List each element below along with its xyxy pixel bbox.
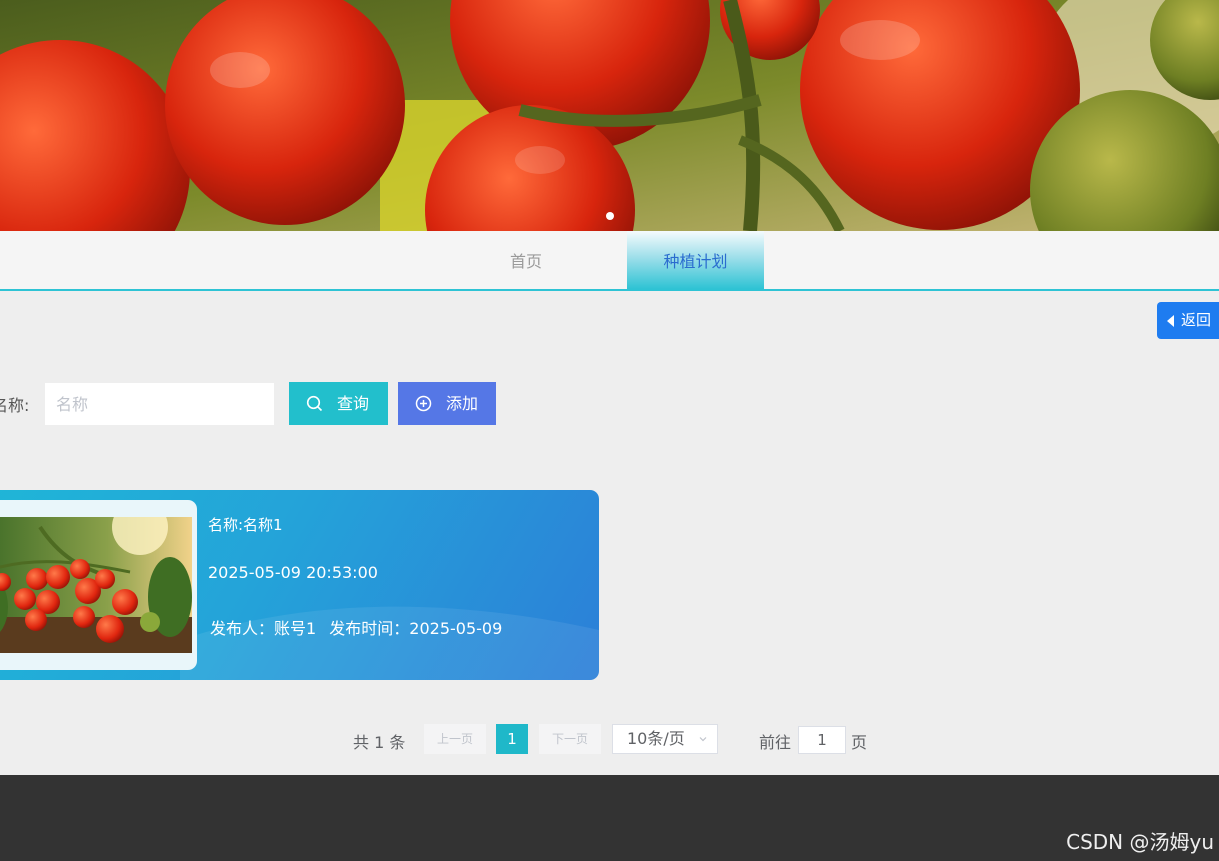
plan-card[interactable]: 名称:名称1 2025-05-09 20:53:00 发布人：账号1 发布时间：… xyxy=(0,490,599,680)
page-size-value: 10条/页 xyxy=(627,729,685,748)
add-button[interactable]: 添加 xyxy=(398,382,496,425)
chevron-down-icon xyxy=(699,737,707,742)
card-meta: 发布人：账号1 发布时间：2025-05-09 xyxy=(210,615,510,639)
caret-left-icon xyxy=(1167,315,1174,327)
back-button[interactable]: 返回 xyxy=(1157,302,1219,339)
page-number-current[interactable]: 1 xyxy=(496,724,528,754)
prev-page-button[interactable]: 上一页 xyxy=(424,724,486,754)
search-label: 名称: xyxy=(0,396,30,415)
page-unit-label: 页 xyxy=(851,733,868,752)
page-size-select[interactable]: 10条/页 xyxy=(612,724,718,754)
plus-circle-icon xyxy=(415,395,432,412)
nav-tab-home[interactable]: 首页 xyxy=(470,231,582,289)
query-button-label: 查询 xyxy=(337,394,370,413)
nav-tab-planting-plan[interactable]: 种植计划 xyxy=(627,231,764,289)
carousel-indicator[interactable] xyxy=(606,212,614,220)
tomato-banner-image xyxy=(0,0,1219,231)
pagination-total: 共 1 条 xyxy=(353,733,406,752)
card-image[interactable] xyxy=(0,517,192,653)
goto-label: 前往 xyxy=(759,733,792,752)
query-button[interactable]: 查询 xyxy=(289,382,388,425)
cherry-tomato-image xyxy=(0,517,192,653)
watermark: CSDN @汤姆yu xyxy=(1066,830,1214,854)
hero-banner xyxy=(0,0,1219,231)
back-button-label: 返回 xyxy=(1181,311,1212,329)
add-button-label: 添加 xyxy=(446,394,479,413)
card-name: 名称:名称1 xyxy=(208,516,283,534)
card-time: 2025-05-09 20:53:00 xyxy=(208,563,378,582)
main-nav: 首页 种植计划 xyxy=(0,231,1219,291)
goto-page-input[interactable] xyxy=(798,726,846,754)
search-input[interactable] xyxy=(45,383,274,425)
card-publisher: 发布人：账号1 xyxy=(210,619,317,638)
next-page-button[interactable]: 下一页 xyxy=(539,724,601,754)
card-publish-time: 发布时间：2025-05-09 xyxy=(329,619,503,638)
card-image-frame xyxy=(0,500,197,670)
footer xyxy=(0,775,1219,861)
search-icon xyxy=(306,395,323,412)
